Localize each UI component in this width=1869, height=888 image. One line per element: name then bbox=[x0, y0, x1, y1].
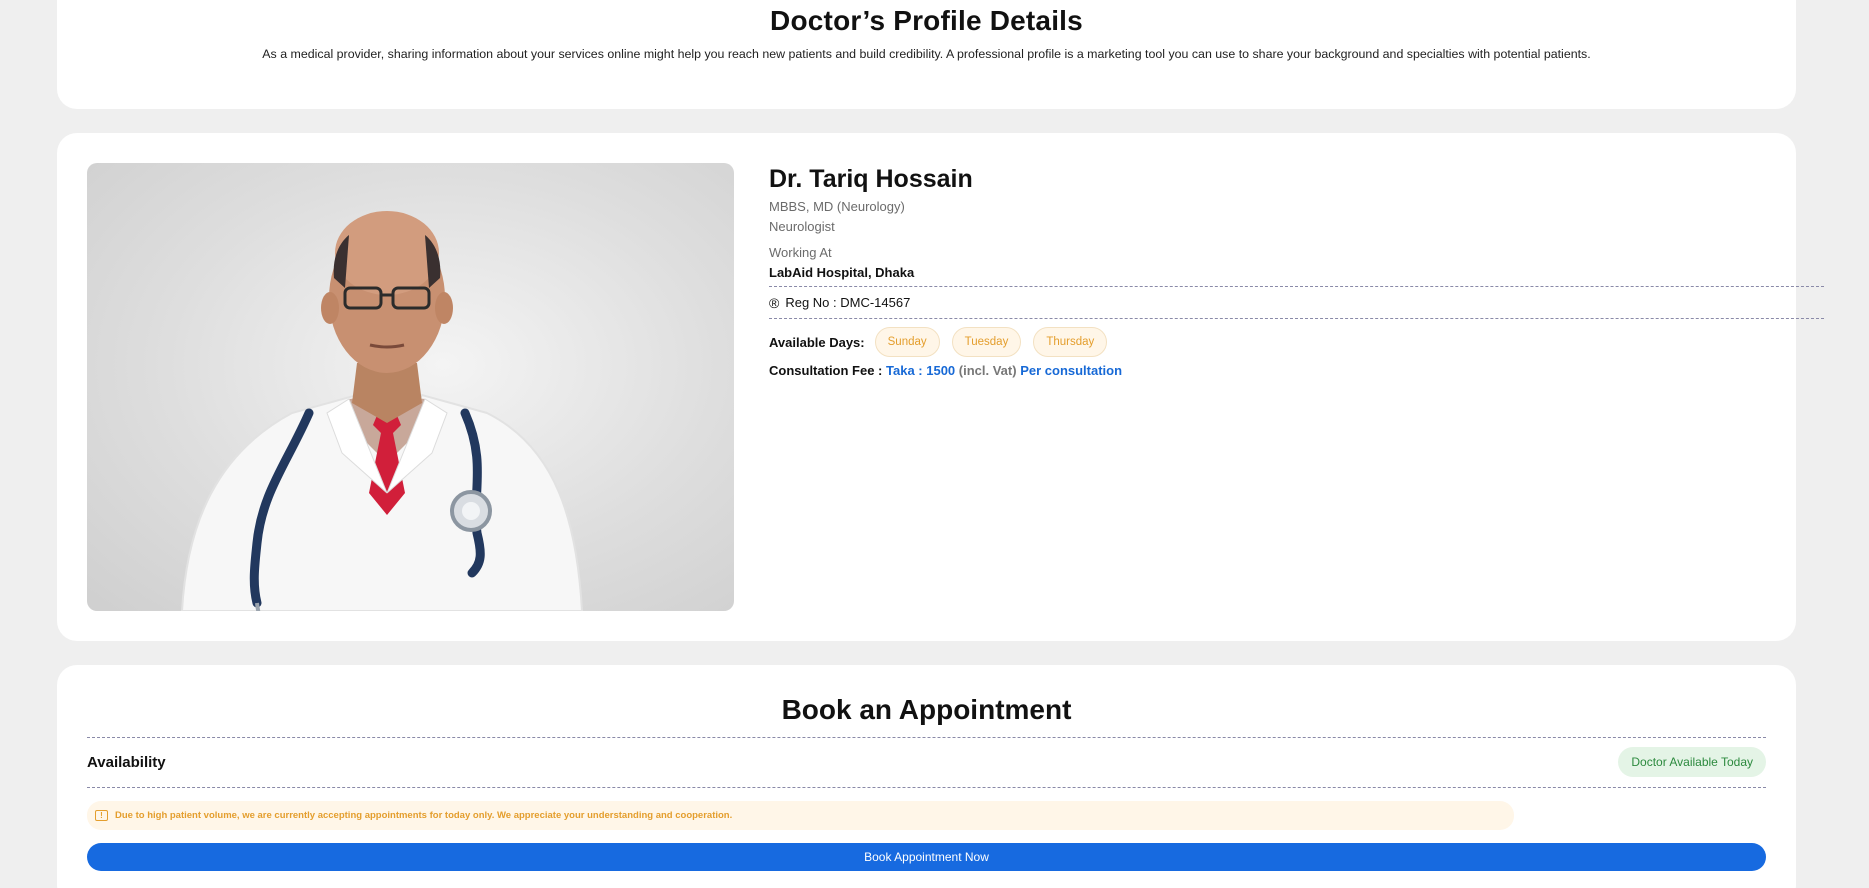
availability-row: Availability Doctor Available Today bbox=[87, 747, 1766, 777]
hospital-name: LabAid Hospital, Dhaka bbox=[769, 265, 915, 280]
divider bbox=[87, 787, 1766, 788]
doctor-info: Dr. Tariq Hossain MBBS, MD (Neurology) N… bbox=[769, 163, 1824, 378]
registration-number: Reg No : DMC-14567 bbox=[785, 295, 911, 310]
doctor-profile-card: Dr. Tariq Hossain MBBS, MD (Neurology) N… bbox=[57, 133, 1824, 641]
doctor-photo bbox=[87, 163, 734, 611]
doctor-degree: MBBS, MD (Neurology) bbox=[769, 199, 905, 214]
day-chip-sunday: Sunday bbox=[874, 327, 940, 357]
available-days-row: Available Days: Sunday Tuesday Thursday bbox=[769, 327, 1824, 357]
profile-details-header: Doctor’s Profile Details As a medical pr… bbox=[57, 0, 1796, 109]
notice-banner: ! Due to high patient volume, we are cur… bbox=[87, 801, 1514, 830]
fee-vat-note: (incl. Vat) bbox=[958, 363, 1017, 378]
consultation-fee-row: Consultation Fee : Taka : 1500 (incl. Va… bbox=[769, 363, 1824, 378]
book-appointment-title: Book an Appointment bbox=[781, 694, 1072, 725]
doctor-specialty: Neurologist bbox=[769, 219, 835, 234]
registered-icon: ® bbox=[769, 294, 780, 311]
alert-icon: ! bbox=[95, 810, 108, 821]
availability-label: Availability bbox=[87, 753, 166, 771]
day-chip-thursday: Thursday bbox=[1033, 327, 1108, 357]
fee-amount: Taka : 1500 bbox=[886, 363, 956, 378]
book-appointment-button[interactable]: Book Appointment Now bbox=[87, 843, 1766, 871]
available-days-label: Available Days: bbox=[769, 334, 865, 350]
availability-status-badge: Doctor Available Today bbox=[1618, 747, 1766, 777]
page-description: As a medical provider, sharing informati… bbox=[262, 47, 1591, 61]
divider bbox=[87, 737, 1766, 738]
page-title: Doctor’s Profile Details bbox=[770, 5, 1083, 36]
day-chip-tuesday: Tuesday bbox=[951, 327, 1022, 357]
book-appointment-card: Book an Appointment Availability Doctor … bbox=[57, 665, 1796, 888]
fee-per-consultation: Per consultation bbox=[1020, 363, 1123, 378]
notice-text: Due to high patient volume, we are curre… bbox=[115, 810, 733, 821]
working-at-label: Working At bbox=[769, 245, 832, 260]
registration-row: ® Reg No : DMC-14567 bbox=[769, 287, 1824, 318]
doctor-name: Dr. Tariq Hossain bbox=[769, 165, 973, 193]
fee-label: Consultation Fee : bbox=[769, 363, 883, 378]
divider bbox=[769, 318, 1824, 319]
